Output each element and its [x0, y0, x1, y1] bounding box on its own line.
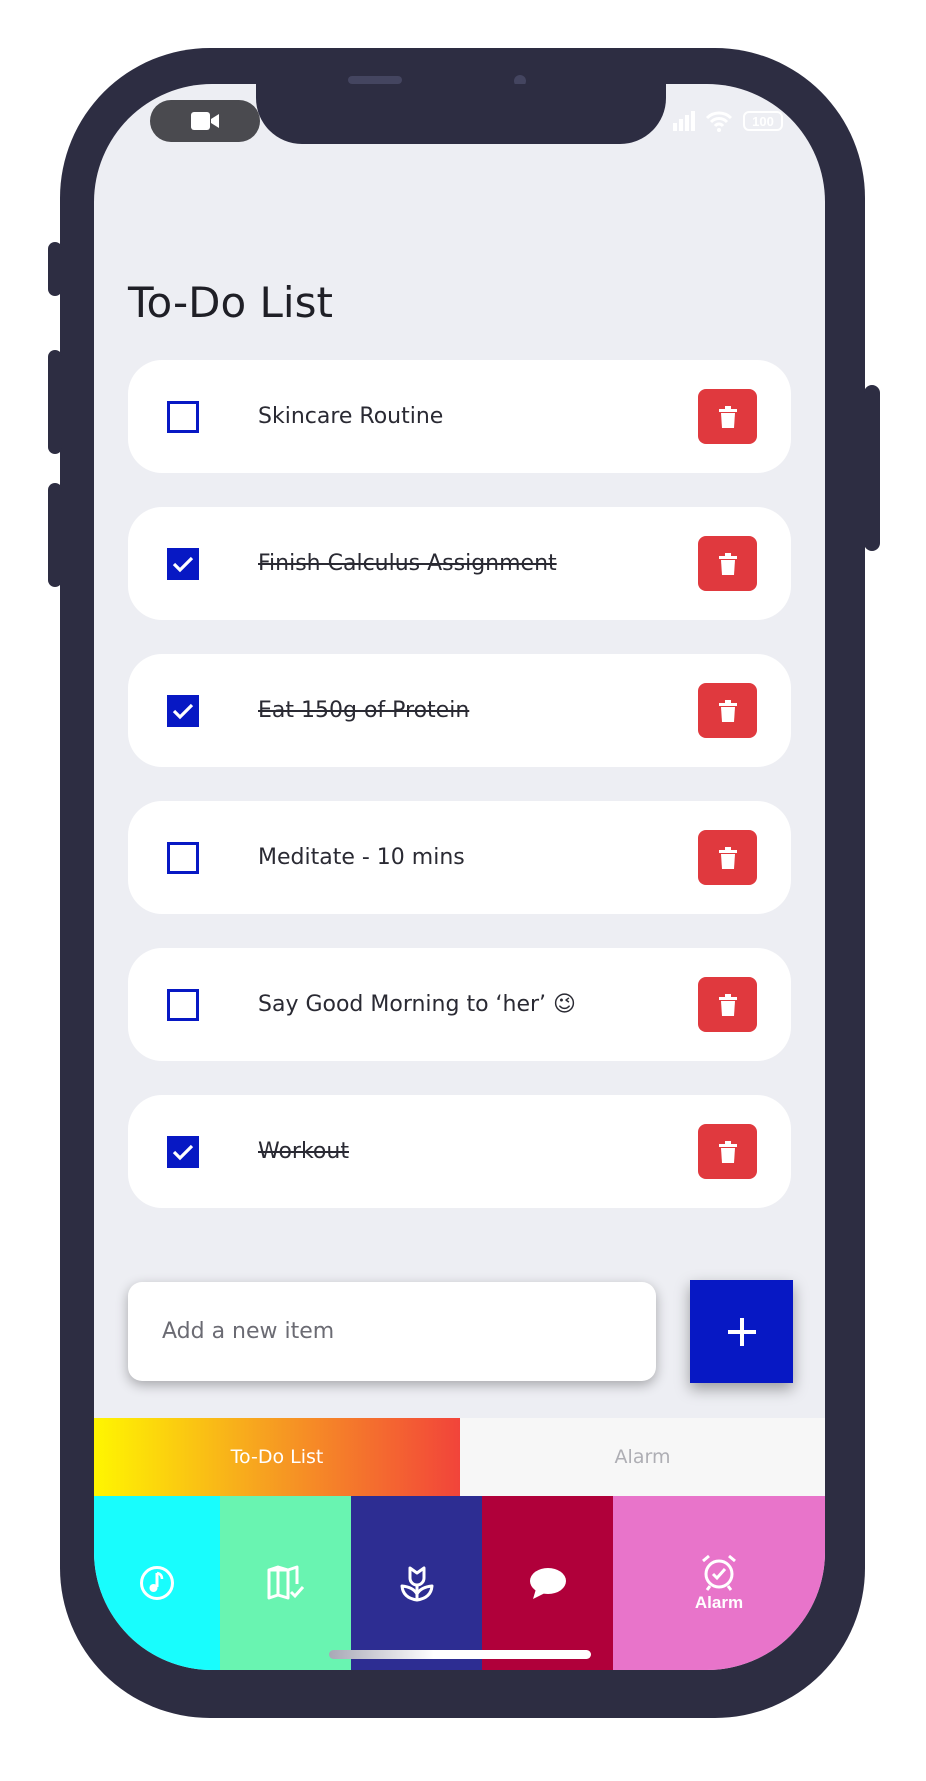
todo-item: Workout [128, 1095, 791, 1208]
trash-icon [718, 552, 737, 575]
chat-bubble-icon [529, 1568, 566, 1599]
delete-button[interactable] [698, 683, 757, 738]
new-item-input[interactable] [128, 1282, 656, 1381]
delete-button[interactable] [698, 977, 757, 1032]
power-button [864, 385, 880, 551]
video-recording-pill[interactable] [150, 100, 260, 142]
todo-checkbox[interactable] [167, 695, 199, 727]
page-title: To-Do List [128, 278, 333, 327]
earpiece-speaker [348, 76, 402, 84]
tab-todo-list[interactable]: To-Do List [94, 1418, 460, 1496]
map-check-icon [267, 1565, 304, 1600]
nav-item-music[interactable] [94, 1496, 220, 1670]
todo-label: Workout [258, 1139, 349, 1164]
todo-item: Finish Calculus Assignment [128, 507, 791, 620]
todo-checkbox[interactable] [167, 548, 199, 580]
battery-indicator: 100 [743, 111, 783, 131]
flower-icon [400, 1566, 433, 1602]
signal-icon [673, 111, 695, 131]
plus-icon [727, 1317, 756, 1346]
todo-checkbox[interactable] [167, 842, 199, 874]
music-note-icon [140, 1566, 174, 1600]
todo-list: Skincare Routine Finish Calculus Assignm… [128, 360, 791, 1242]
checkmark-icon [172, 1144, 194, 1161]
nav-item-map[interactable] [220, 1496, 351, 1670]
nav-item-alarm-label: Alarm [694, 1593, 744, 1612]
todo-checkbox[interactable] [167, 989, 199, 1021]
tab-bar: To-Do List Alarm [94, 1418, 825, 1496]
todo-label: Eat 150g of Protein [258, 698, 470, 723]
nav-item-chat[interactable] [482, 1496, 613, 1670]
delete-button[interactable] [698, 830, 757, 885]
silent-switch [48, 242, 62, 296]
trash-icon [718, 1140, 737, 1163]
todo-label: Say Good Morning to ‘her’ 😉 [258, 992, 576, 1017]
alarm-clock-icon [702, 1554, 736, 1591]
todo-item: Eat 150g of Protein [128, 654, 791, 767]
nav-item-alarm[interactable]: Alarm [613, 1496, 825, 1670]
nav-item-flower[interactable] [351, 1496, 482, 1670]
wifi-icon [705, 111, 733, 132]
trash-icon [718, 699, 737, 722]
todo-label: Finish Calculus Assignment [258, 551, 557, 576]
todo-item: Skincare Routine [128, 360, 791, 473]
checkmark-icon [172, 703, 194, 720]
checkmark-icon [172, 556, 194, 573]
volume-up-button [48, 350, 62, 454]
todo-label: Skincare Routine [258, 404, 444, 429]
todo-item: Say Good Morning to ‘her’ 😉 [128, 948, 791, 1061]
todo-checkbox[interactable] [167, 1136, 199, 1168]
status-bar-right: 100 [671, 110, 783, 132]
trash-icon [718, 846, 737, 869]
home-indicator[interactable] [329, 1650, 591, 1659]
todo-item: Meditate - 10 mins [128, 801, 791, 914]
app-screen: 100 To-Do List Skincare Routine Finish C… [94, 84, 825, 1670]
bottom-nav: Alarm [94, 1496, 825, 1670]
delete-button[interactable] [698, 1124, 757, 1179]
delete-button[interactable] [698, 536, 757, 591]
notch [256, 84, 666, 144]
video-camera-icon [191, 112, 219, 130]
trash-icon [718, 993, 737, 1016]
todo-label: Meditate - 10 mins [258, 845, 465, 870]
todo-checkbox[interactable] [167, 401, 199, 433]
delete-button[interactable] [698, 389, 757, 444]
tab-alarm[interactable]: Alarm [460, 1418, 825, 1496]
volume-down-button [48, 483, 62, 587]
trash-icon [718, 405, 737, 428]
add-item-button[interactable] [690, 1280, 793, 1383]
